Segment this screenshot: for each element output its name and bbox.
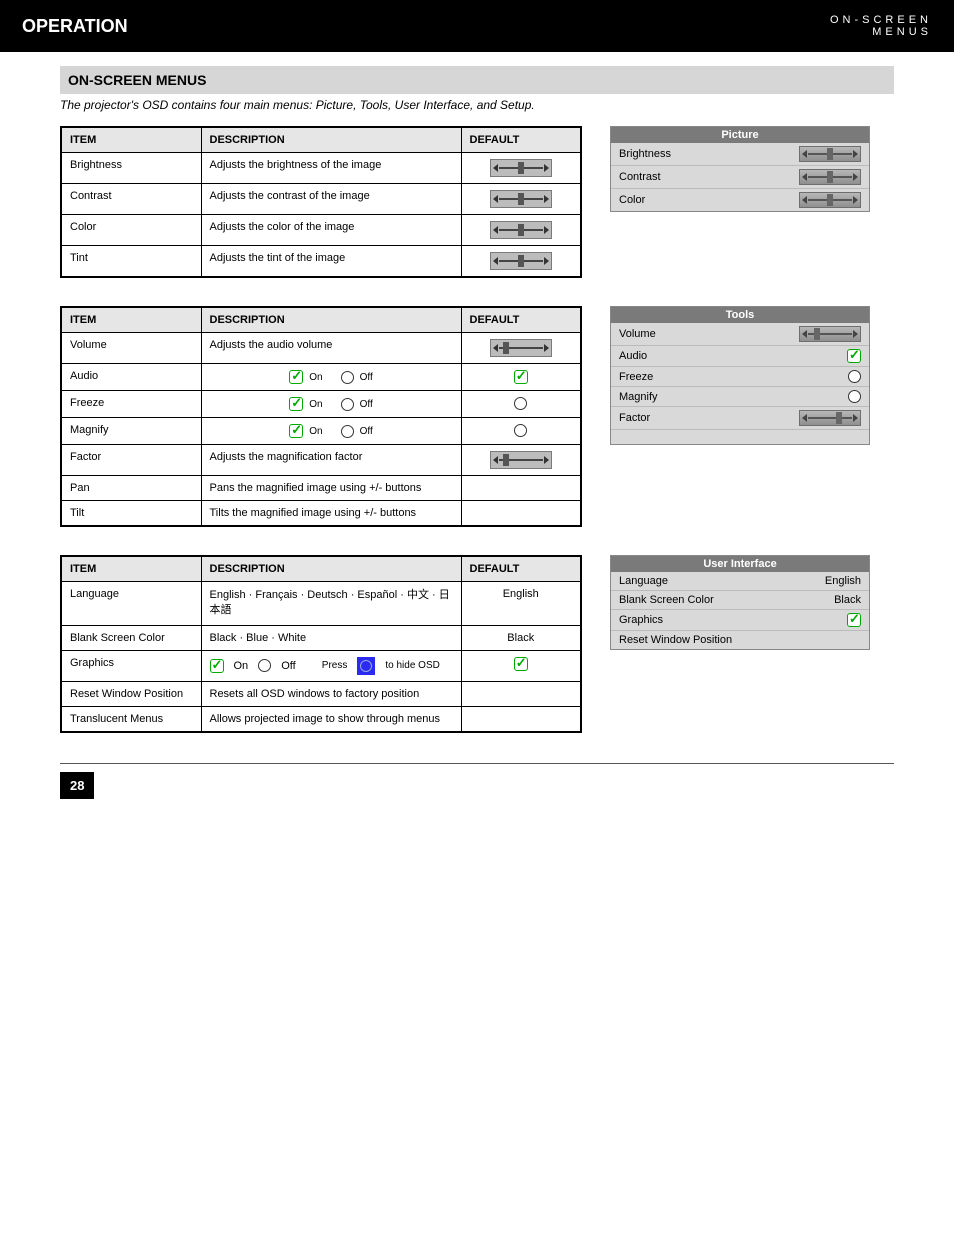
osd-label: Color [619, 194, 645, 206]
table-row: Graphics On Off Press to hide OSD [61, 650, 581, 681]
radio-icon [258, 659, 271, 672]
table-row: Factor Adjusts the magnification factor [61, 445, 581, 476]
radio-icon [514, 424, 527, 437]
osd-value: English [825, 575, 861, 587]
osd-row[interactable]: Volume [611, 323, 869, 346]
osd-title: User Interface [611, 556, 869, 572]
radio-icon[interactable] [848, 390, 861, 403]
menu-button-icon [357, 657, 375, 675]
osd-label: Magnify [619, 391, 658, 403]
th-desc: DESCRIPTION [201, 307, 461, 333]
osd-row[interactable]: Brightness [611, 143, 869, 166]
osd-row[interactable]: Magnify [611, 387, 869, 407]
slider-icon [490, 252, 552, 270]
osd-row[interactable]: Blank Screen Color Black [611, 591, 869, 610]
th-default: DEFAULT [461, 127, 581, 153]
check-icon[interactable] [847, 349, 861, 363]
ui-section: ITEM DESCRIPTION DEFAULT Language Englis… [60, 555, 894, 733]
check-icon [514, 657, 528, 671]
table-row: Color Adjusts the color of the image [61, 215, 581, 246]
slider-icon[interactable] [799, 192, 861, 208]
slider-icon [490, 221, 552, 239]
section-header: OPERATION ON-SCREEN MENUS [0, 0, 954, 52]
tools-section: ITEM DESCRIPTION DEFAULT Volume Adjusts … [60, 306, 894, 527]
th-default: DEFAULT [461, 556, 581, 582]
osd-row[interactable]: Color [611, 189, 869, 211]
slider-icon[interactable] [799, 169, 861, 185]
th-item: ITEM [61, 127, 201, 153]
picture-section: ITEM DESCRIPTION DEFAULT Brightness Adju… [60, 126, 894, 278]
ui-table: ITEM DESCRIPTION DEFAULT Language Englis… [60, 555, 582, 733]
page-number: 28 [60, 772, 94, 799]
picture-table: ITEM DESCRIPTION DEFAULT Brightness Adju… [60, 126, 582, 278]
header-subtitle: ON-SCREEN MENUS [830, 14, 932, 38]
table-row: Language English · Français · Deutsch · … [61, 582, 581, 626]
userinterface-osd: User Interface Language English Blank Sc… [610, 555, 870, 650]
section-title: ON-SCREEN MENUS [60, 66, 894, 94]
check-icon [289, 424, 303, 438]
osd-row[interactable]: Freeze [611, 367, 869, 387]
osd-label: Contrast [619, 171, 661, 183]
osd-label: Volume [619, 328, 656, 340]
osd-row[interactable]: Contrast [611, 166, 869, 189]
th-item: ITEM [61, 307, 201, 333]
radio-icon [341, 371, 354, 384]
osd-label: Graphics [619, 614, 663, 626]
th-item: ITEM [61, 556, 201, 582]
osd-label: Reset Window Position [619, 634, 732, 646]
radio-icon [341, 398, 354, 411]
header-title: OPERATION [22, 16, 128, 37]
table-row: Freeze On Off [61, 391, 581, 418]
slider-icon[interactable] [799, 326, 861, 342]
th-desc: DESCRIPTION [201, 127, 461, 153]
slider-icon [490, 339, 552, 357]
osd-label: Factor [619, 412, 650, 424]
osd-spacer [611, 430, 869, 444]
osd-row[interactable]: Graphics [611, 610, 869, 631]
radio-icon [341, 425, 354, 438]
osd-value: Black [834, 594, 861, 606]
slider-icon [490, 159, 552, 177]
table-row: Volume Adjusts the audio volume [61, 333, 581, 364]
th-desc: DESCRIPTION [201, 556, 461, 582]
page-footer: 28 [60, 763, 894, 799]
table-row: Magnify On Off [61, 418, 581, 445]
osd-title: Tools [611, 307, 869, 323]
table-row: Translucent Menus Allows projected image… [61, 706, 581, 732]
osd-row[interactable]: Factor [611, 407, 869, 430]
osd-row[interactable]: Audio [611, 346, 869, 367]
tools-osd: Tools Volume Audio Freeze Magnify Factor [610, 306, 870, 445]
table-row: Brightness Adjusts the brightness of the… [61, 153, 581, 184]
section-intro: The projector's OSD contains four main m… [60, 98, 894, 112]
table-row: Reset Window Position Resets all OSD win… [61, 681, 581, 706]
th-default: DEFAULT [461, 307, 581, 333]
check-icon [289, 397, 303, 411]
picture-osd: Picture Brightness Contrast Color [610, 126, 870, 212]
table-row: Audio On Off [61, 364, 581, 391]
check-icon [210, 659, 224, 673]
table-row: Tint Adjusts the tint of the image [61, 246, 581, 278]
slider-icon[interactable] [799, 146, 861, 162]
osd-label: Freeze [619, 371, 653, 383]
osd-label: Language [619, 575, 668, 587]
osd-label: Brightness [619, 148, 671, 160]
radio-icon[interactable] [848, 370, 861, 383]
check-icon [289, 370, 303, 384]
table-row: Tilt Tilts the magnified image using +/-… [61, 501, 581, 527]
osd-label: Audio [619, 350, 647, 362]
osd-row[interactable]: Reset Window Position [611, 631, 869, 649]
osd-label: Blank Screen Color [619, 594, 714, 606]
slider-icon [490, 190, 552, 208]
table-row: Pan Pans the magnified image using +/- b… [61, 476, 581, 501]
radio-icon [514, 397, 527, 410]
osd-title: Picture [611, 127, 869, 143]
table-row: Contrast Adjusts the contrast of the ima… [61, 184, 581, 215]
slider-icon [490, 451, 552, 469]
check-icon [514, 370, 528, 384]
osd-row[interactable]: Language English [611, 572, 869, 591]
check-icon[interactable] [847, 613, 861, 627]
table-row: Blank Screen Color Black · Blue · White … [61, 625, 581, 650]
tools-table: ITEM DESCRIPTION DEFAULT Volume Adjusts … [60, 306, 582, 527]
slider-icon[interactable] [799, 410, 861, 426]
